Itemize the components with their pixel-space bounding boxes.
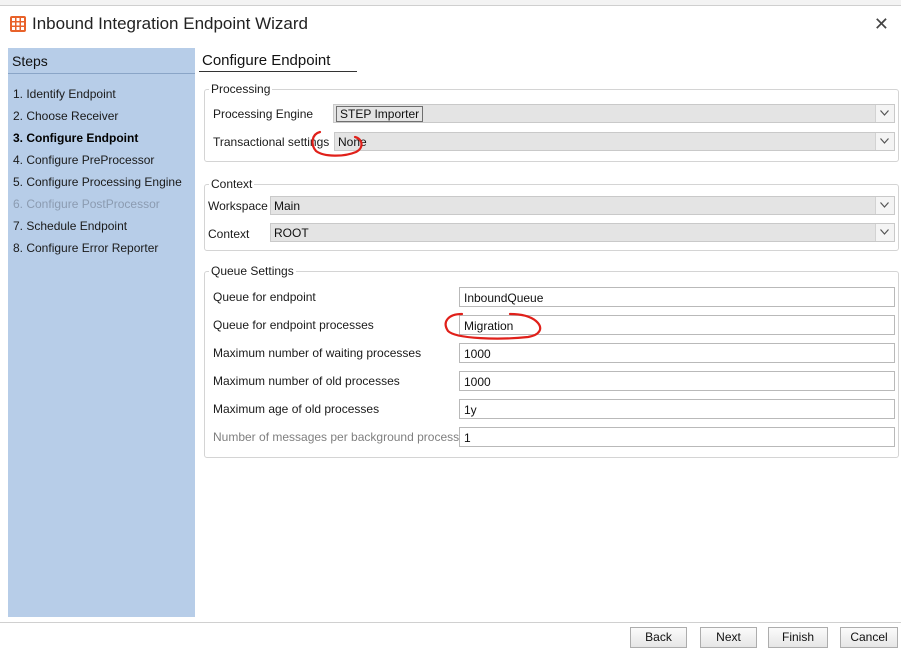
transactional-settings-select[interactable]: None	[334, 132, 895, 151]
max-waiting-field[interactable]: 1000	[459, 343, 895, 363]
processing-legend: Processing	[211, 82, 271, 96]
steps-sidebar: Steps 1. Identify Endpoint 2. Choose Rec…	[8, 48, 195, 617]
chevron-down-icon[interactable]	[875, 133, 894, 150]
title-bar: Inbound Integration Endpoint Wizard ✕	[0, 6, 901, 42]
step-configure-preprocessor[interactable]: 4. Configure PreProcessor	[13, 152, 182, 174]
queue-processes-value: Migration	[464, 319, 514, 333]
max-age-field[interactable]: 1y	[459, 399, 895, 419]
workspace-select[interactable]: Main	[270, 196, 895, 215]
workspace-label: Workspace	[208, 199, 268, 213]
messages-per-process-field[interactable]: 1	[459, 427, 895, 447]
context-value: ROOT	[274, 226, 309, 240]
max-age-value: 1y	[464, 403, 477, 417]
back-button[interactable]: Back	[630, 627, 687, 648]
steps-list: 1. Identify Endpoint 2. Choose Receiver …	[13, 86, 182, 262]
sidebar-divider	[8, 73, 195, 74]
cancel-button[interactable]: Cancel	[840, 627, 898, 648]
chevron-down-icon[interactable]	[875, 224, 894, 241]
max-old-label: Maximum number of old processes	[213, 374, 400, 388]
max-age-label: Maximum age of old processes	[213, 402, 380, 416]
context-select[interactable]: ROOT	[270, 223, 895, 242]
close-icon[interactable]: ✕	[874, 15, 889, 33]
next-button[interactable]: Next	[700, 627, 757, 648]
context-legend: Context	[211, 177, 253, 191]
max-waiting-value: 1000	[464, 347, 491, 361]
finish-button[interactable]: Finish	[768, 627, 828, 648]
queue-endpoint-value: InboundQueue	[464, 291, 544, 305]
messages-per-process-label: Number of messages per background proces…	[213, 430, 460, 444]
processing-engine-value: STEP Importer	[336, 106, 424, 122]
workspace-value: Main	[274, 199, 301, 213]
footer-divider	[0, 622, 901, 623]
queue-processes-label: Queue for endpoint processes	[213, 318, 374, 332]
step-configure-processing-engine[interactable]: 5. Configure Processing Engine	[13, 174, 182, 196]
window-title: Inbound Integration Endpoint Wizard	[32, 14, 308, 33]
title-underline	[199, 71, 357, 72]
max-waiting-label: Maximum number of waiting processes	[213, 346, 422, 360]
chevron-down-icon[interactable]	[875, 197, 894, 214]
queue-settings-legend: Queue Settings	[211, 264, 294, 278]
max-old-field[interactable]: 1000	[459, 371, 895, 391]
max-old-value: 1000	[464, 375, 491, 389]
queue-endpoint-label: Queue for endpoint	[213, 290, 316, 304]
processing-engine-label: Processing Engine	[213, 107, 314, 121]
page-title: Configure Endpoint	[202, 52, 331, 69]
queue-endpoint-field[interactable]: InboundQueue	[459, 287, 895, 307]
step-configure-postprocessor: 6. Configure PostProcessor	[13, 197, 160, 211]
messages-per-process-value: 1	[464, 431, 471, 445]
processing-engine-select[interactable]: STEP Importer	[333, 104, 895, 123]
step-schedule-endpoint[interactable]: 7. Schedule Endpoint	[13, 218, 182, 240]
chevron-down-icon[interactable]	[875, 105, 894, 122]
transactional-settings-value: None	[338, 135, 367, 149]
transactional-settings-label: Transactional settings	[213, 135, 330, 149]
queue-processes-field[interactable]: Migration	[459, 315, 895, 335]
step-configure-error-reporter[interactable]: 8. Configure Error Reporter	[13, 240, 182, 262]
step-choose-receiver[interactable]: 2. Choose Receiver	[13, 108, 182, 130]
grid-app-icon	[10, 16, 26, 32]
context-label: Context	[208, 227, 250, 241]
step-configure-endpoint[interactable]: 3. Configure Endpoint	[13, 130, 182, 152]
sidebar-title: Steps	[12, 53, 48, 69]
step-identify-endpoint[interactable]: 1. Identify Endpoint	[13, 86, 182, 108]
